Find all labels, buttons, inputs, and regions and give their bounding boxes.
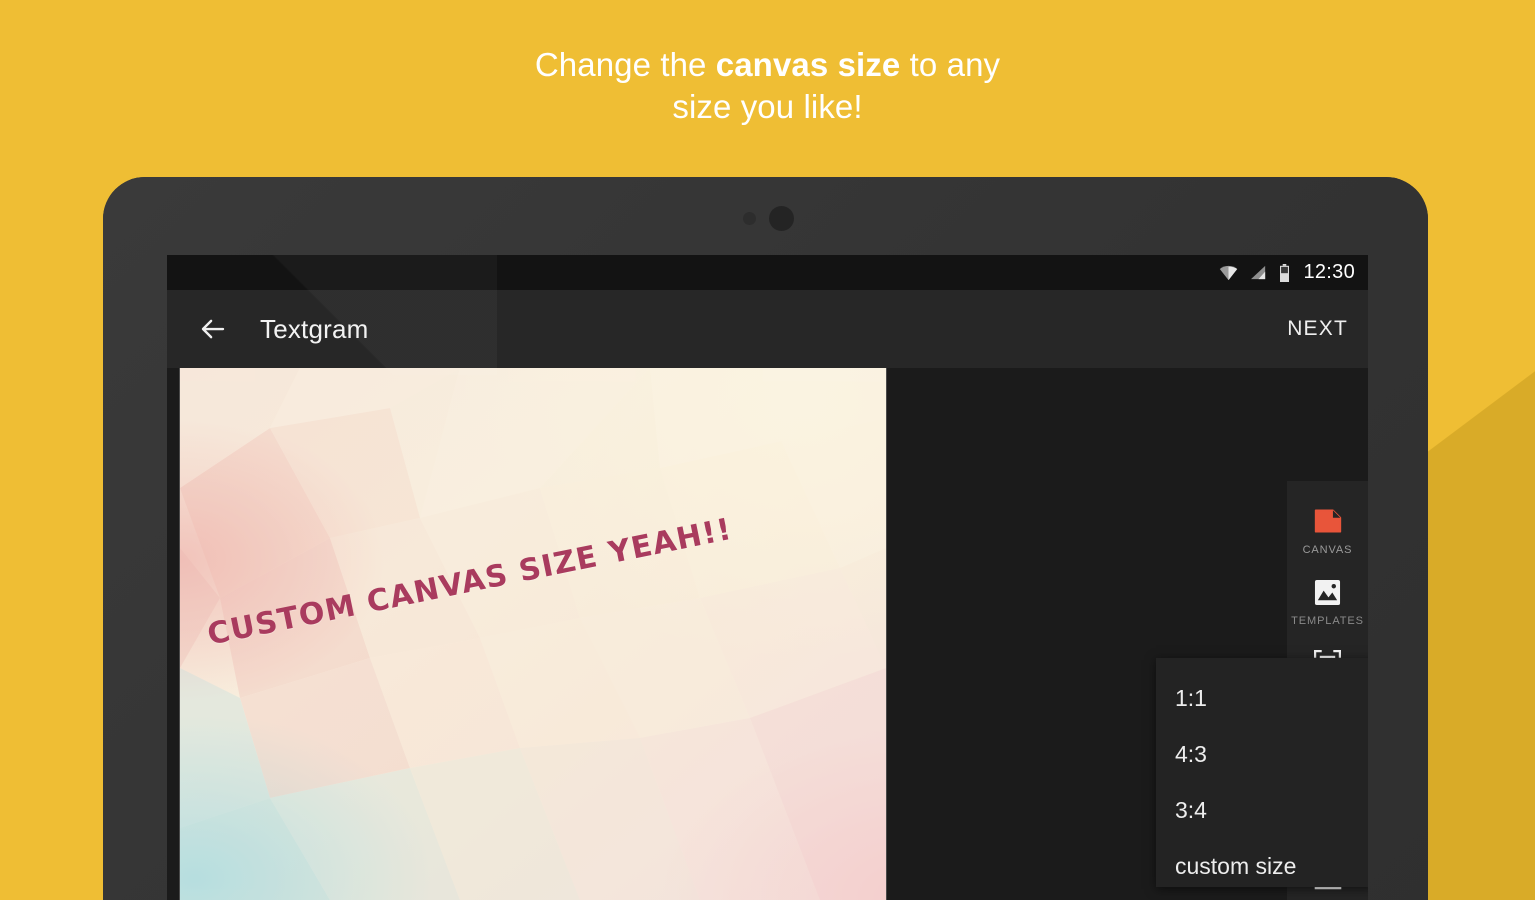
app-bar: Textgram NEXT	[167, 290, 1368, 368]
sidebar-item-canvas[interactable]: CANVAS	[1287, 495, 1368, 566]
editor-workspace: CUSTOM CANVAS SIZE YEAH!! 1:1 4:3 3:4 cu…	[167, 368, 1368, 900]
size-option-3-4[interactable]: 3:4	[1156, 792, 1368, 848]
promo-headline: Change the canvas size to any size you l…	[0, 44, 1535, 128]
back-arrow-icon[interactable]	[198, 314, 228, 344]
promo-line1-bold: canvas size	[715, 46, 901, 83]
canvas-size-menu[interactable]: 1:1 4:3 3:4 custom size	[1156, 658, 1368, 887]
promo-line-1: Change the canvas size to any	[0, 44, 1535, 86]
size-option-custom-size[interactable]: custom size	[1156, 848, 1368, 900]
image-icon	[1314, 576, 1341, 608]
sidebar-label-canvas: CANVAS	[1302, 544, 1353, 556]
sidebar-item-templates[interactable]: TEMPLATES	[1287, 566, 1368, 637]
app-title: Textgram	[260, 313, 369, 344]
device-screen: 12:30 Textgram NEXT CUSTOM CANVAS SIZE Y…	[167, 255, 1368, 900]
status-bar-clock: 12:30	[1303, 261, 1355, 283]
status-icons	[1219, 263, 1290, 282]
wifi-icon	[1220, 265, 1238, 280]
battery-icon	[1280, 263, 1290, 282]
promo-line-2: size you like!	[672, 88, 863, 125]
sidebar-label-templates: TEMPLATES	[1291, 615, 1364, 627]
ambient-sensor-icon	[743, 212, 756, 225]
size-option-4-3[interactable]: 4:3	[1156, 736, 1368, 792]
size-option-1-1[interactable]: 1:1	[1156, 680, 1368, 736]
android-status-bar: 12:30	[167, 255, 1368, 290]
next-button[interactable]: NEXT	[1287, 317, 1348, 341]
artwork-canvas[interactable]: CUSTOM CANVAS SIZE YEAH!!	[180, 368, 886, 900]
promo-line1-prefix: Change the	[534, 46, 716, 83]
cellular-signal-icon	[1251, 265, 1266, 280]
promo-line1-suffix: to any	[900, 46, 1001, 83]
front-camera-icon	[769, 206, 794, 231]
canvas-page-icon	[1314, 505, 1342, 537]
